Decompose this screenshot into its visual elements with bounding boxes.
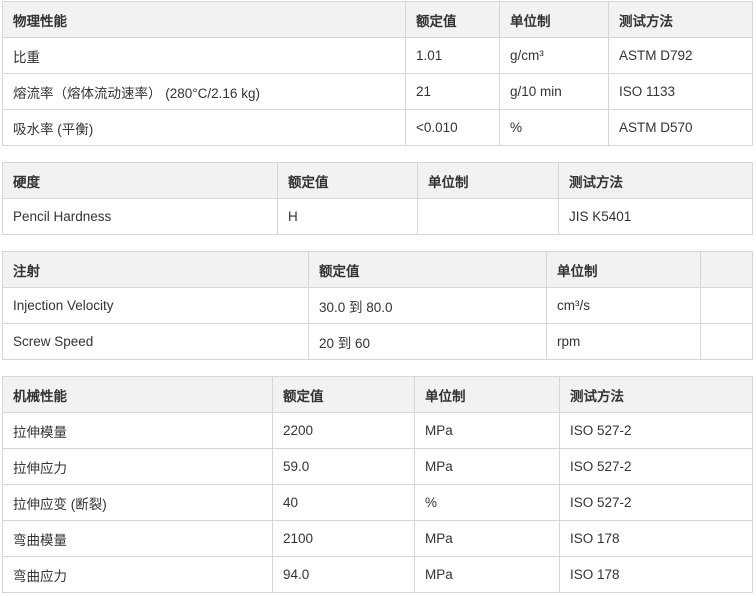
value-cell: 2100 [272, 520, 415, 557]
header-cell: 额定值 [277, 162, 418, 199]
property-cell: Injection Velocity [2, 287, 309, 324]
unit-cell: cm³/s [546, 287, 701, 324]
value-cell: 59.0 [272, 448, 415, 485]
unit-cell: % [414, 484, 560, 521]
header-cell: 硬度 [2, 162, 278, 199]
table-row: 弯曲应力 94.0 MPa ISO 178 [2, 556, 753, 593]
table-row: Injection Velocity 30.0 到 80.0 cm³/s [2, 287, 753, 324]
physical-properties-table: 物理性能 额定值 单位制 测试方法 比重 1.01 g/cm³ ASTM D79… [2, 1, 753, 146]
property-cell: 弯曲应力 [2, 556, 273, 593]
value-cell: 94.0 [272, 556, 415, 593]
value-cell: 21 [405, 73, 500, 110]
header-cell: 物理性能 [2, 1, 406, 38]
header-cell: 注射 [2, 251, 309, 288]
table-header-row: 物理性能 额定值 单位制 测试方法 [2, 1, 753, 38]
header-cell: 单位制 [546, 251, 701, 288]
header-cell [700, 251, 753, 288]
header-cell: 单位制 [414, 376, 560, 413]
property-cell: Pencil Hardness [2, 198, 278, 235]
value-cell: 20 到 60 [308, 323, 547, 360]
header-cell: 单位制 [417, 162, 559, 199]
property-cell: Screw Speed [2, 323, 309, 360]
header-cell: 单位制 [499, 1, 609, 38]
value-cell: 30.0 到 80.0 [308, 287, 547, 324]
header-cell: 测试方法 [608, 1, 753, 38]
header-cell: 额定值 [405, 1, 500, 38]
header-cell: 测试方法 [559, 376, 753, 413]
header-cell: 测试方法 [558, 162, 753, 199]
header-cell: 额定值 [272, 376, 415, 413]
property-cell: 弯曲模量 [2, 520, 273, 557]
table-row: 拉伸应变 (断裂) 40 % ISO 527-2 [2, 484, 753, 521]
unit-cell: g/cm³ [499, 37, 609, 74]
table-row: 弯曲模量 2100 MPa ISO 178 [2, 520, 753, 557]
unit-cell: MPa [414, 412, 560, 449]
value-cell: H [277, 198, 418, 235]
method-cell: ISO 178 [559, 520, 753, 557]
property-cell: 比重 [2, 37, 406, 74]
hardness-table: 硬度 额定值 单位制 测试方法 Pencil Hardness H JIS K5… [2, 162, 753, 235]
unit-cell: % [499, 109, 609, 146]
property-cell: 拉伸应变 (断裂) [2, 484, 273, 521]
table-header-row: 机械性能 额定值 单位制 测试方法 [2, 376, 753, 413]
table-row: 拉伸应力 59.0 MPa ISO 527-2 [2, 448, 753, 485]
unit-cell: MPa [414, 448, 560, 485]
unit-cell: g/10 min [499, 73, 609, 110]
unit-cell: MPa [414, 520, 560, 557]
table-header-row: 注射 额定值 单位制 [2, 251, 753, 288]
unit-cell [417, 198, 559, 235]
unit-cell: MPa [414, 556, 560, 593]
value-cell: 1.01 [405, 37, 500, 74]
property-cell: 拉伸模量 [2, 412, 273, 449]
table-row: 熔流率（熔体流动速率） (280°C/2.16 kg) 21 g/10 min … [2, 73, 753, 110]
method-cell: ISO 527-2 [559, 448, 753, 485]
value-cell: 40 [272, 484, 415, 521]
method-cell: ISO 178 [559, 556, 753, 593]
property-cell: 拉伸应力 [2, 448, 273, 485]
table-row: 吸水率 (平衡) <0.010 % ASTM D570 [2, 109, 753, 146]
table-row: 比重 1.01 g/cm³ ASTM D792 [2, 37, 753, 74]
table-row: Pencil Hardness H JIS K5401 [2, 198, 753, 235]
injection-table: 注射 额定值 单位制 Injection Velocity 30.0 到 80.… [2, 251, 753, 360]
property-cell: 熔流率（熔体流动速率） (280°C/2.16 kg) [2, 73, 406, 110]
property-cell: 吸水率 (平衡) [2, 109, 406, 146]
table-header-row: 硬度 额定值 单位制 测试方法 [2, 162, 753, 199]
table-row: Screw Speed 20 到 60 rpm [2, 323, 753, 360]
value-cell: <0.010 [405, 109, 500, 146]
header-cell: 额定值 [308, 251, 547, 288]
method-cell: ISO 527-2 [559, 484, 753, 521]
unit-cell: rpm [546, 323, 701, 360]
method-cell [700, 287, 753, 324]
method-cell [700, 323, 753, 360]
method-cell: JIS K5401 [558, 198, 753, 235]
method-cell: ISO 1133 [608, 73, 753, 110]
method-cell: ASTM D570 [608, 109, 753, 146]
table-row: 拉伸模量 2200 MPa ISO 527-2 [2, 412, 753, 449]
method-cell: ASTM D792 [608, 37, 753, 74]
mechanical-properties-table: 机械性能 额定值 单位制 测试方法 拉伸模量 2200 MPa ISO 527-… [2, 376, 753, 593]
header-cell: 机械性能 [2, 376, 273, 413]
value-cell: 2200 [272, 412, 415, 449]
method-cell: ISO 527-2 [559, 412, 753, 449]
